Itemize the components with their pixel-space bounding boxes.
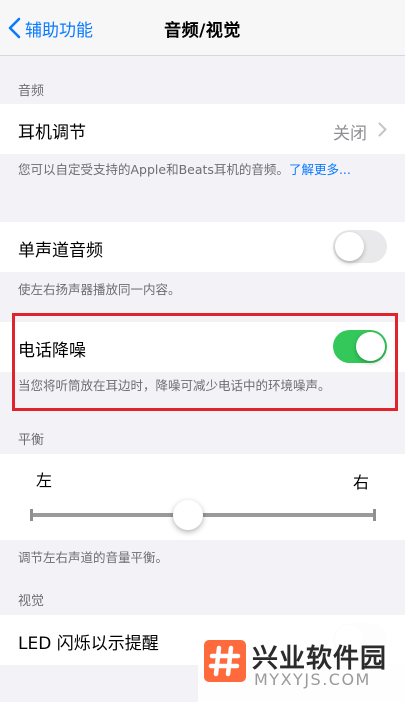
highlight-annotation-box — [12, 313, 398, 411]
navigation-bar: 辅助功能 音频/视觉 — [0, 0, 405, 56]
watermark: 兴业软件园 MYXYJS.COM — [198, 620, 405, 702]
hash-logo-icon — [204, 640, 246, 682]
watermark-domain: MYXYJS.COM — [254, 670, 371, 689]
slider-left-cap — [30, 509, 33, 521]
balance-slider-row: 左 右 — [0, 454, 405, 540]
balance-slider-thumb[interactable] — [173, 500, 203, 530]
led-flash-label: LED 闪烁以示提醒 — [18, 634, 159, 654]
slider-right-cap — [373, 509, 376, 521]
mono-audio-label: 单声道音频 — [18, 241, 103, 261]
headphone-footer: 您可以自定受支持的Apple和Beats耳机的音频。了解更多... — [18, 160, 390, 180]
balance-footer: 调节左右声道的音量平衡。 — [18, 550, 169, 565]
balance-left-label: 左 — [36, 471, 53, 490]
chevron-right-icon — [378, 122, 387, 137]
mono-audio-toggle[interactable] — [333, 230, 387, 263]
headphone-accommodations-label: 耳机调节 — [18, 123, 86, 143]
section-header-visual: 视觉 — [18, 594, 45, 609]
headphone-accommodations-row[interactable]: 耳机调节 关闭 — [0, 104, 405, 154]
mono-audio-footer: 使左右扬声器播放同一内容。 — [18, 282, 181, 297]
learn-more-link[interactable]: 了解更多... — [289, 162, 351, 177]
headphone-accommodations-value: 关闭 — [333, 124, 367, 144]
balance-right-label: 右 — [352, 473, 369, 492]
page-title: 音频/视觉 — [164, 21, 241, 41]
toggle-knob — [335, 232, 364, 261]
balance-slider-track[interactable] — [30, 513, 376, 517]
section-header-balance: 平衡 — [18, 433, 45, 448]
mono-audio-row: 单声道音频 — [0, 222, 405, 272]
headphone-footer-text: 您可以自定受支持的Apple和Beats耳机的音频。 — [18, 162, 289, 177]
section-header-audio: 音频 — [18, 84, 45, 99]
